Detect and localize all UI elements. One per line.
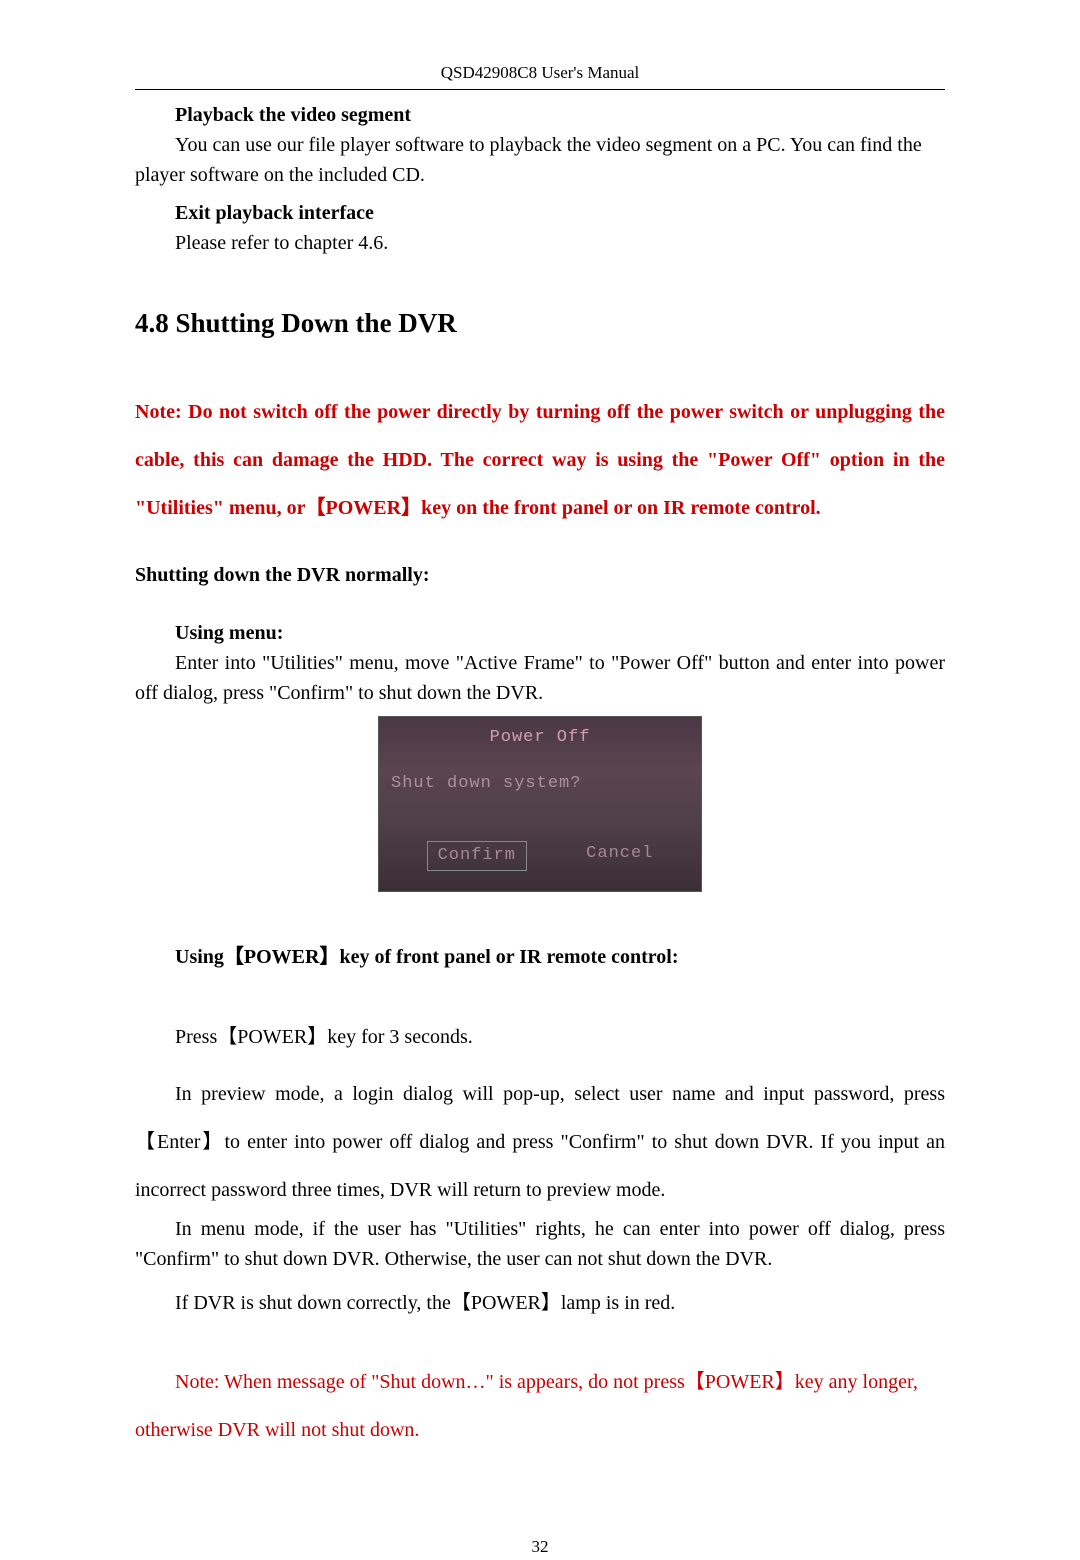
dialog-title: Power Off <box>387 725 693 751</box>
using-menu-heading: Using menu: <box>175 618 945 648</box>
playback-segment-body: You can use our file player software to … <box>135 130 945 190</box>
final-note: Note: When message of "Shut down…" is ap… <box>135 1358 945 1454</box>
exit-playback-body: Please refer to chapter 4.6. <box>135 228 945 258</box>
exit-playback-heading: Exit playback interface <box>175 198 945 228</box>
using-menu-body: Enter into "Utilities" menu, move "Activ… <box>135 648 945 708</box>
using-power-heading: Using【POWER】key of front panel or IR rem… <box>175 942 945 972</box>
power-off-dialog-screenshot: Power Off Shut down system? Confirm Canc… <box>378 716 702 892</box>
confirm-button[interactable]: Confirm <box>427 841 527 871</box>
section-number: 4.8 <box>135 308 169 338</box>
preview-mode-text: In preview mode, a login dialog will pop… <box>135 1070 945 1214</box>
playback-segment-heading: Playback the video segment <box>175 100 945 130</box>
page-number: 32 <box>135 1534 945 1560</box>
dialog-question: Shut down system? <box>387 771 693 797</box>
lamp-text: If DVR is shut down correctly, the【POWER… <box>135 1288 945 1318</box>
press-power-text: Press【POWER】key for 3 seconds. <box>175 1022 945 1052</box>
section-heading: 4.8 Shutting Down the DVR <box>135 303 945 344</box>
warning-note: Note: Do not switch off the power direct… <box>135 388 945 532</box>
section-title: Shutting Down the DVR <box>176 308 457 338</box>
menu-mode-text: In menu mode, if the user has "Utilities… <box>135 1214 945 1274</box>
cancel-button[interactable]: Cancel <box>586 841 653 871</box>
normal-shutdown-heading: Shutting down the DVR normally: <box>135 560 945 590</box>
dialog-buttons: Confirm Cancel <box>387 841 693 871</box>
page-header: QSD42908C8 User's Manual <box>135 60 945 90</box>
